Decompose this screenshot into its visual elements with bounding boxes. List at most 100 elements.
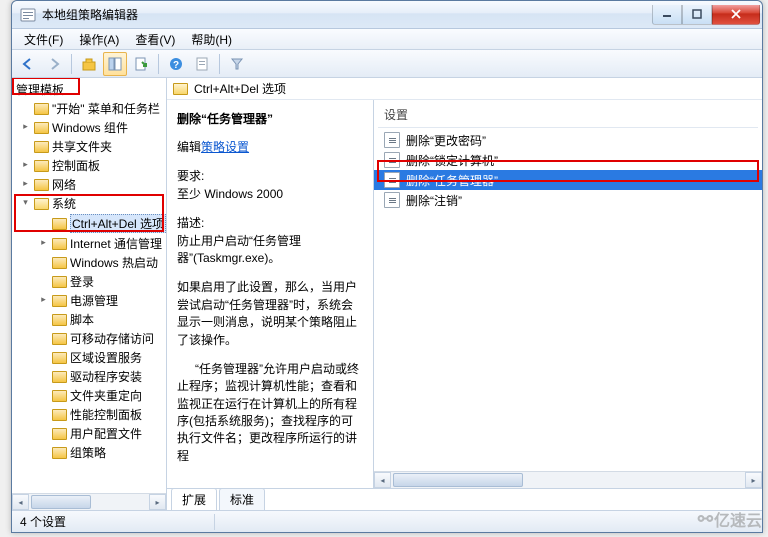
tree-item[interactable]: ▸ 网络: [12, 175, 166, 194]
description-p3: “任务管理器”允许用户启动或终止程序；监视计算机性能；查看和监视正在运行在计算机…: [177, 361, 363, 465]
tree-item[interactable]: 用户配置文件: [12, 424, 166, 443]
properties-button[interactable]: [190, 52, 214, 76]
tree-item-label: 网络: [52, 176, 76, 193]
setting-item[interactable]: 删除“锁定计算机”: [374, 150, 762, 170]
folder-icon: [34, 198, 49, 210]
back-button[interactable]: [16, 52, 40, 76]
expander-closed-icon[interactable]: ▸: [38, 294, 49, 305]
export-list-button[interactable]: [129, 52, 153, 76]
forward-button[interactable]: [42, 52, 66, 76]
scroll-left-button[interactable]: ◂: [12, 494, 29, 510]
tree-item[interactable]: 共享文件夹: [12, 137, 166, 156]
folder-icon: [34, 179, 49, 191]
tree-item[interactable]: 驱动程序安装: [12, 367, 166, 386]
toolbar: ?: [12, 50, 762, 78]
tree-item[interactable]: 可移动存储访问: [12, 329, 166, 348]
folder-icon: [52, 352, 67, 364]
menu-action[interactable]: 操作(A): [71, 29, 127, 50]
tree-item-label: "开始" 菜单和任务栏: [52, 100, 160, 117]
description-label: 描述:: [177, 216, 204, 230]
settings-scrollbar[interactable]: ◂ ▸: [374, 471, 762, 488]
setting-label: 删除“更改密码”: [406, 132, 486, 149]
edit-policy-link[interactable]: 策略设置: [201, 140, 249, 154]
folder-icon: [52, 428, 67, 440]
tree-item-label: Windows 热启动: [70, 254, 158, 271]
tree-item-label: Internet 通信管理: [70, 235, 162, 252]
tree-scrollbar[interactable]: ◂ ▸: [12, 493, 166, 510]
policy-title: 删除“任务管理器”: [177, 110, 363, 127]
window-buttons: [652, 5, 760, 25]
tree-item[interactable]: Windows 热启动: [12, 253, 166, 272]
folder-icon: [34, 122, 49, 134]
tree-item-label: 区域设置服务: [70, 349, 142, 366]
tree-item-label: 用户配置文件: [70, 425, 142, 442]
folder-icon: [173, 83, 188, 95]
expander-closed-icon[interactable]: ▸: [20, 121, 31, 132]
tree-item[interactable]: 组策略: [12, 443, 166, 462]
toolbar-separator: [71, 54, 72, 74]
tree-header: 管理模板: [12, 80, 166, 99]
tree-item[interactable]: Ctrl+Alt+Del 选项: [12, 213, 166, 234]
maximize-button[interactable]: [682, 5, 712, 25]
menu-help[interactable]: 帮助(H): [183, 29, 240, 50]
tab-extended[interactable]: 扩展: [171, 488, 217, 510]
folder-icon: [52, 390, 67, 402]
folder-icon: [34, 160, 49, 172]
scroll-right-button[interactable]: ▸: [149, 494, 166, 510]
expander-open-icon[interactable]: ▾: [20, 197, 31, 208]
tree-item[interactable]: 登录: [12, 272, 166, 291]
setting-item[interactable]: 删除“注销”: [374, 190, 762, 210]
tree-item[interactable]: ▾ 系统: [12, 194, 166, 213]
scroll-left-button[interactable]: ◂: [374, 472, 391, 488]
tree-item-label: 共享文件夹: [52, 138, 112, 155]
expander-closed-icon[interactable]: ▸: [20, 178, 31, 189]
scroll-right-button[interactable]: ▸: [745, 472, 762, 488]
tab-standard[interactable]: 标准: [219, 488, 265, 510]
expander-closed-icon[interactable]: ▸: [38, 237, 49, 248]
requirement-label: 要求:: [177, 169, 204, 183]
settings-list: 删除“更改密码” 删除“锁定计算机”删除“任务管理器”删除“注销”: [374, 130, 762, 210]
description-pane: 删除“任务管理器” 编辑策略设置 要求:至少 Windows 2000 描述:防…: [167, 100, 374, 488]
tree-item[interactable]: 性能控制面板: [12, 405, 166, 424]
policy-icon: [384, 172, 400, 188]
main-window: 本地组策略编辑器 文件(F) 操作(A) 查看(V) 帮助(H) ? 管理模板 …: [11, 0, 763, 533]
help-button[interactable]: ?: [164, 52, 188, 76]
tree-item[interactable]: 文件夹重定向: [12, 386, 166, 405]
up-button[interactable]: [77, 52, 101, 76]
tree-item-label: 电源管理: [70, 292, 118, 309]
setting-item[interactable]: 删除“更改密码”: [374, 130, 762, 150]
settings-header: 设置: [374, 100, 762, 127]
tree-item[interactable]: "开始" 菜单和任务栏: [12, 99, 166, 118]
svg-text:?: ?: [173, 60, 179, 71]
tree-item[interactable]: 区域设置服务: [12, 348, 166, 367]
tree-item[interactable]: ▸ Internet 通信管理: [12, 234, 166, 253]
right-pane: Ctrl+Alt+Del 选项 删除“任务管理器” 编辑策略设置 要求:至少 W…: [167, 78, 762, 510]
folder-icon: [52, 314, 67, 326]
close-button[interactable]: [712, 5, 760, 25]
split-panes: 删除“任务管理器” 编辑策略设置 要求:至少 Windows 2000 描述:防…: [167, 100, 762, 488]
minimize-button[interactable]: [652, 5, 682, 25]
menu-view[interactable]: 查看(V): [127, 29, 183, 50]
show-hide-tree-button[interactable]: [103, 52, 127, 76]
content-body: 管理模板 "开始" 菜单和任务栏▸Windows 组件共享文件夹▸控制面板▸网络…: [12, 78, 762, 510]
policy-icon: [384, 152, 400, 168]
tree-item-label: 系统: [52, 195, 76, 212]
tree-item[interactable]: ▸ 电源管理: [12, 291, 166, 310]
expander-closed-icon[interactable]: ▸: [20, 159, 31, 170]
tree-item-label: Windows 组件: [52, 119, 128, 136]
titlebar[interactable]: 本地组策略编辑器: [12, 1, 762, 29]
description-p2: 如果启用了此设置，那么，当用户尝试启动“任务管理器”时，系统会显示一则消息，说明…: [177, 279, 363, 349]
scroll-thumb[interactable]: [31, 495, 91, 509]
tree-item[interactable]: ▸ Windows 组件: [12, 118, 166, 137]
tree-item[interactable]: 脚本: [12, 310, 166, 329]
menu-file[interactable]: 文件(F): [16, 29, 71, 50]
scroll-thumb[interactable]: [393, 473, 523, 487]
description-p1: 防止用户启动“任务管理器”(Taskmgr.exe)。: [177, 234, 301, 265]
tree-item[interactable]: ▸控制面板: [12, 156, 166, 175]
setting-item[interactable]: 删除“任务管理器”: [374, 170, 762, 190]
folder-icon: [34, 103, 49, 115]
edit-label: 编辑: [177, 140, 201, 154]
setting-label: 删除“锁定计算机”: [406, 152, 498, 169]
policy-icon: [384, 132, 400, 148]
filter-button[interactable]: [225, 52, 249, 76]
